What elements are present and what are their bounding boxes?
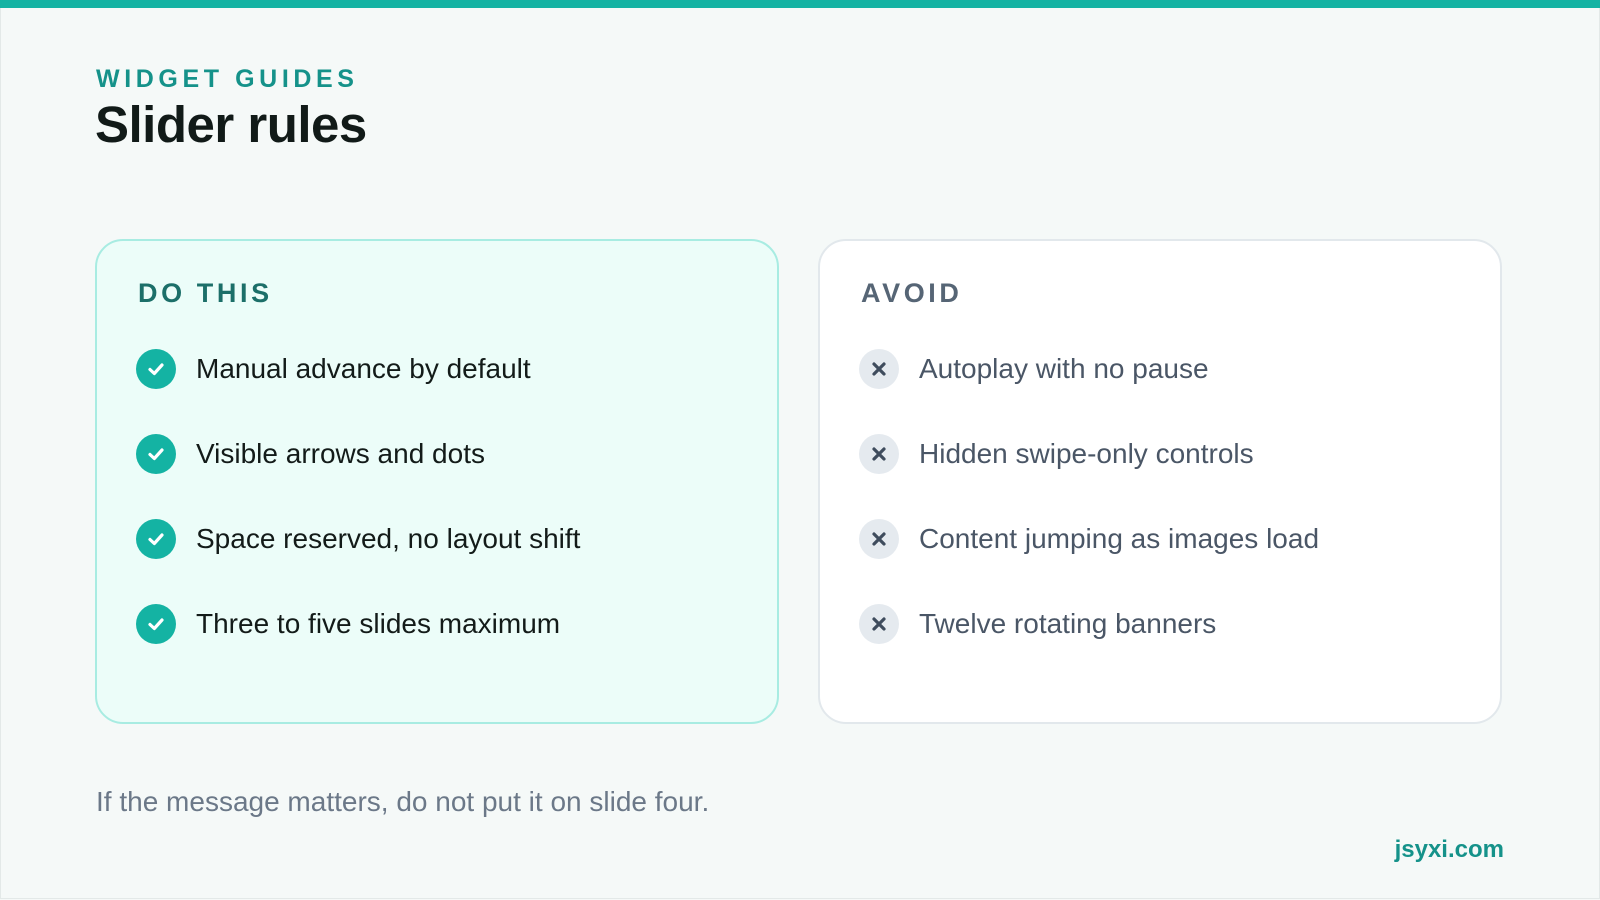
avoid-card: AVOID Autoplay with no pause Hidden swip… [818,239,1502,724]
do-this-item: Three to five slides maximum [136,604,580,644]
check-circle-icon [136,349,176,389]
x-circle-icon [859,349,899,389]
section-eyebrow: WIDGET GUIDES [96,65,359,93]
avoid-item-label: Twelve rotating banners [919,608,1217,639]
check-circle-icon [136,434,176,474]
avoid-item: Content jumping as images load [859,519,1319,559]
do-this-item: Visible arrows and dots [136,434,580,474]
avoid-list: Autoplay with no pause Hidden swipe-only… [859,349,1319,689]
avoid-item-label: Hidden swipe-only controls [919,438,1254,469]
x-circle-icon [859,604,899,644]
do-this-item: Manual advance by default [136,349,580,389]
do-this-item-label: Visible arrows and dots [196,438,485,469]
brand-link[interactable]: jsyxi.com [1395,835,1504,865]
avoid-item-label: Content jumping as images load [919,523,1320,554]
page-title: Slider rules [95,96,367,153]
do-this-heading: DO THIS [138,278,273,308]
do-this-item: Space reserved, no layout shift [136,519,580,559]
check-circle-icon [136,519,176,559]
do-this-list: Manual advance by default Visible arrows… [136,349,580,689]
do-this-item-label: Manual advance by default [196,353,531,384]
do-this-item-label: Space reserved, no layout shift [196,523,581,554]
do-this-item-label: Three to five slides maximum [196,608,561,639]
avoid-item: Twelve rotating banners [859,604,1319,644]
top-accent-bar [0,0,1600,8]
do-this-card: DO THIS Manual advance by default Visibl… [95,239,779,724]
avoid-item: Hidden swipe-only controls [859,434,1319,474]
check-circle-icon [136,604,176,644]
avoid-item-label: Autoplay with no pause [919,353,1209,384]
x-circle-icon [859,519,899,559]
x-circle-icon [859,434,899,474]
avoid-heading: AVOID [861,278,963,308]
avoid-item: Autoplay with no pause [859,349,1319,389]
footer-note: If the message matters, do not put it on… [96,786,710,817]
